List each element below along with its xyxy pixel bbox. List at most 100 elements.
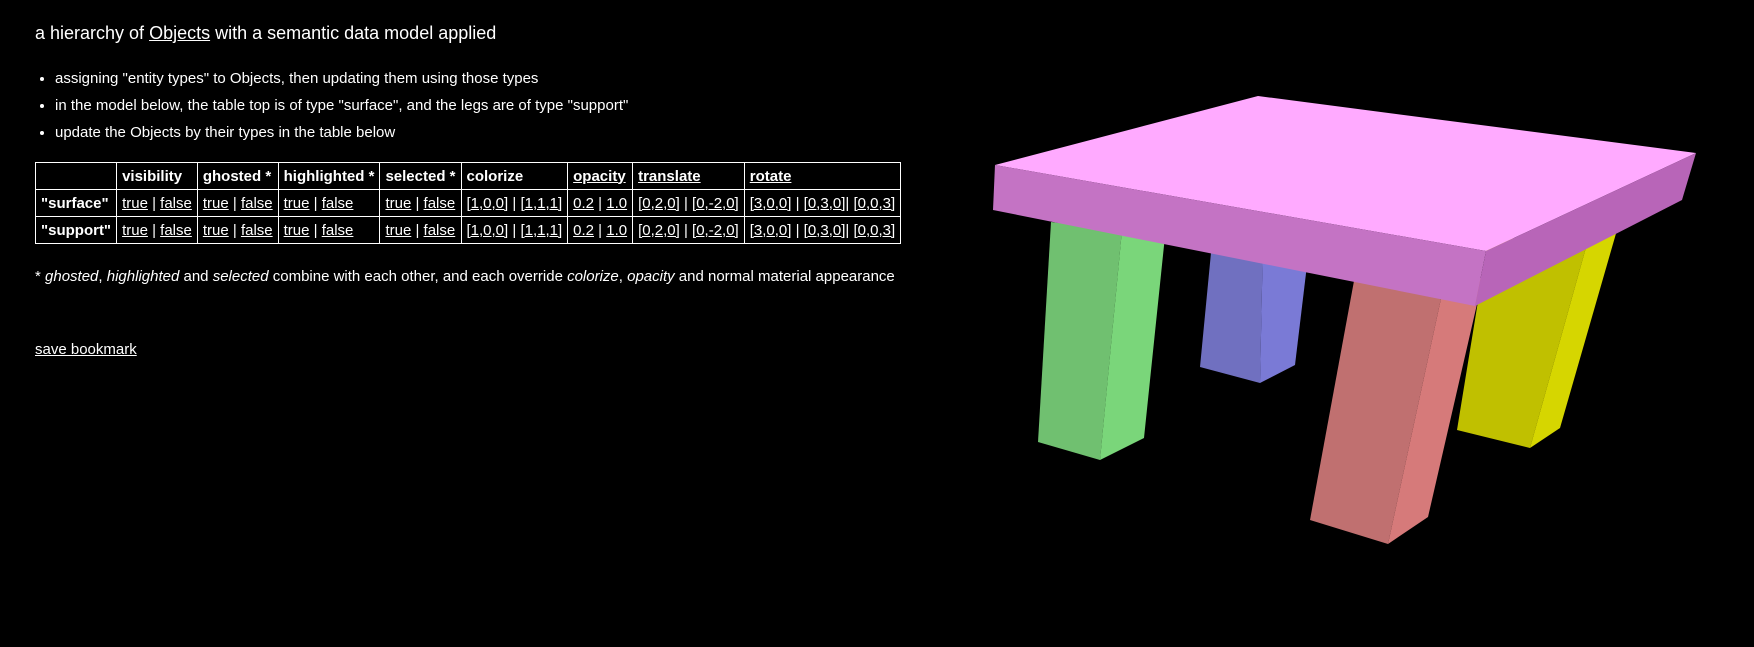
separator: | [228, 194, 241, 212]
row-label-surface: "surface" [34, 189, 118, 217]
rotate-x-link[interactable]: [3,0,0] [750, 222, 792, 239]
footnote-text: , [98, 268, 107, 285]
objects-link[interactable]: Objects [149, 23, 210, 43]
leg-red[interactable] [1310, 270, 1483, 544]
footnote-star: * [35, 268, 46, 285]
cell-opacity: 0.2 | 1.0 [567, 189, 634, 217]
footnote-colorize: colorize [567, 268, 619, 285]
rotate-x-link[interactable]: [3,0,0] [750, 195, 792, 212]
translate-down-link[interactable]: [0,-2,0] [692, 222, 739, 239]
list-item: in the model below, the table top is of … [55, 97, 935, 115]
footnote-highlighted: highlighted [106, 268, 180, 285]
info-panel: a hierarchy of Objects with a semantic d… [34, 20, 935, 359]
visibility-true-link[interactable]: true [122, 222, 148, 239]
separator: | [411, 221, 424, 239]
header-colorize: colorize [460, 162, 569, 190]
separator: | [791, 221, 804, 239]
separator: | [508, 194, 521, 212]
cell-colorize: [1,0,0] | [1,1,1] [460, 189, 569, 217]
type-control-table: visibility ghosted * highlighted * selec… [34, 162, 902, 244]
opacity-header-link[interactable]: opacity [573, 168, 626, 185]
table-row-support: "support" true | false true | false true… [34, 216, 902, 244]
table-header-row: visibility ghosted * highlighted * selec… [34, 162, 902, 190]
footnote-selected: selected [212, 268, 269, 285]
cell-highlighted: true | false [277, 189, 381, 217]
selected-true-link[interactable]: true [385, 222, 411, 239]
save-bookmark-link[interactable]: save bookmark [35, 341, 137, 358]
colorize-white-link[interactable]: [1,1,1] [520, 195, 562, 212]
cell-translate: [0,2,0] | [0,-2,0] [632, 216, 745, 244]
separator: | [309, 194, 322, 212]
cell-rotate: [3,0,0] | [0,3,0]| [0,0,3] [743, 189, 902, 217]
footnote-opacity: opacity [627, 268, 675, 285]
selected-false-link[interactable]: false [424, 195, 456, 212]
translate-up-link[interactable]: [0,2,0] [638, 222, 680, 239]
header-highlighted: highlighted * [277, 162, 381, 190]
header-translate: translate [632, 162, 745, 190]
footnote-ghosted: ghosted [45, 268, 99, 285]
highlighted-false-link[interactable]: false [322, 222, 354, 239]
page-title: a hierarchy of Objects with a semantic d… [35, 20, 935, 46]
footnote-text: combine with each other, and each overri… [268, 268, 568, 285]
colorize-white-link[interactable]: [1,1,1] [520, 222, 562, 239]
separator: | [147, 194, 161, 212]
rotate-header-link[interactable]: rotate [750, 168, 792, 185]
visibility-true-link[interactable]: true [122, 195, 148, 212]
cell-visibility: true | false [116, 216, 198, 244]
ghosted-true-link[interactable]: true [203, 195, 229, 212]
opacity-full-link[interactable]: 1.0 [606, 222, 627, 239]
cell-highlighted: true | false [277, 216, 381, 244]
ghosted-true-link[interactable]: true [203, 222, 229, 239]
selected-true-link[interactable]: true [385, 195, 411, 212]
visibility-false-link[interactable]: false [160, 222, 192, 239]
translate-up-link[interactable]: [0,2,0] [638, 195, 680, 212]
cell-ghosted: true | false [196, 189, 279, 217]
highlighted-true-link[interactable]: true [284, 222, 310, 239]
ghosted-false-link[interactable]: false [241, 222, 273, 239]
colorize-red-link[interactable]: [1,0,0] [467, 222, 509, 239]
cell-ghosted: true | false [196, 216, 279, 244]
header-selected: selected * [379, 162, 462, 190]
corner-header [34, 162, 118, 190]
separator: | [411, 194, 424, 212]
cell-selected: true | false [379, 216, 462, 244]
separator: | [508, 221, 521, 239]
header-opacity: opacity [567, 162, 634, 190]
separator: | [147, 221, 161, 239]
description-list: assigning "entity types" to Objects, the… [35, 70, 935, 142]
translate-header-link[interactable]: translate [638, 168, 701, 185]
opacity-full-link[interactable]: 1.0 [606, 195, 627, 212]
footnote: * ghosted, highlighted and selected comb… [35, 268, 935, 285]
header-rotate: rotate [743, 162, 902, 190]
cell-rotate: [3,0,0] | [0,3,0]| [0,0,3] [743, 216, 902, 244]
separator: | [791, 194, 804, 212]
list-item: update the Objects by their types in the… [55, 124, 935, 142]
separator: | [594, 221, 607, 239]
colorize-red-link[interactable]: [1,0,0] [467, 195, 509, 212]
separator: | [309, 221, 322, 239]
leg-green[interactable] [1038, 222, 1165, 460]
cell-translate: [0,2,0] | [0,-2,0] [632, 189, 745, 217]
selected-false-link[interactable]: false [424, 222, 456, 239]
rotate-y-link[interactable]: [0,3,0] [804, 195, 846, 212]
translate-down-link[interactable]: [0,-2,0] [692, 195, 739, 212]
opacity-low-link[interactable]: 0.2 [573, 222, 594, 239]
highlighted-true-link[interactable]: true [284, 195, 310, 212]
visibility-false-link[interactable]: false [160, 195, 192, 212]
opacity-low-link[interactable]: 0.2 [573, 195, 594, 212]
rotate-z-link[interactable]: [0,0,3] [853, 195, 895, 212]
list-item: assigning "entity types" to Objects, the… [55, 70, 935, 88]
separator: | [679, 194, 693, 212]
rotate-z-link[interactable]: [0,0,3] [853, 222, 895, 239]
ghosted-false-link[interactable]: false [241, 195, 273, 212]
title-suffix: with a semantic data model applied [210, 23, 497, 43]
separator: | [228, 221, 241, 239]
cell-opacity: 0.2 | 1.0 [567, 216, 634, 244]
separator: | [594, 194, 607, 212]
highlighted-false-link[interactable]: false [322, 195, 354, 212]
rotate-y-link[interactable]: [0,3,0] [804, 222, 846, 239]
row-label-support: "support" [34, 216, 118, 244]
3d-viewer-canvas[interactable] [960, 0, 1754, 647]
footnote-text: and normal material appearance [674, 268, 895, 285]
cell-visibility: true | false [116, 189, 198, 217]
